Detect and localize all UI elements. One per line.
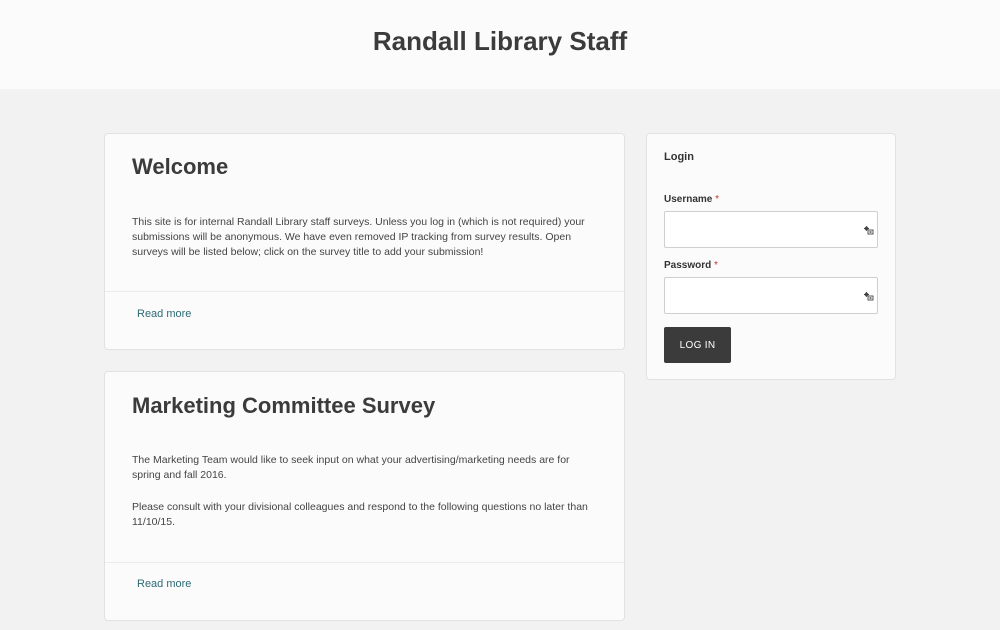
post-body: This site is for internal Randall Librar… — [132, 215, 592, 277]
password-label: Password * — [664, 260, 718, 271]
post-title[interactable]: Welcome — [132, 154, 228, 180]
key-icon[interactable] — [864, 226, 874, 235]
site-title[interactable]: Randall Library Staff — [0, 26, 1000, 57]
post-card-welcome: Welcome This site is for internal Randal… — [104, 133, 625, 350]
post-paragraph: This site is for internal Randall Librar… — [132, 216, 585, 258]
post-divider — [105, 562, 624, 563]
required-marker: * — [714, 260, 718, 271]
site-header: Randall Library Staff — [0, 0, 1000, 89]
key-icon[interactable] — [864, 292, 874, 301]
post-paragraph: The Marketing Team would like to seek in… — [132, 454, 570, 481]
username-field[interactable] — [664, 211, 878, 248]
post-card-marketing-survey: Marketing Committee Survey The Marketing… — [104, 371, 625, 621]
login-title: Login — [664, 151, 694, 163]
password-label-text: Password — [664, 260, 712, 271]
login-block: Login Username * Password * LOG IN — [646, 133, 896, 380]
username-label: Username * — [664, 194, 719, 205]
post-body: The Marketing Team would like to seek in… — [132, 453, 592, 547]
password-field[interactable] — [664, 277, 878, 314]
username-label-text: Username — [664, 194, 713, 205]
read-more-link[interactable]: Read more — [137, 578, 191, 590]
login-button[interactable]: LOG IN — [664, 327, 731, 363]
post-paragraph: Please consult with your divisional coll… — [132, 501, 588, 528]
post-title[interactable]: Marketing Committee Survey — [132, 393, 435, 419]
read-more-link[interactable]: Read more — [137, 308, 191, 320]
required-marker: * — [715, 194, 720, 205]
post-divider — [105, 291, 624, 292]
